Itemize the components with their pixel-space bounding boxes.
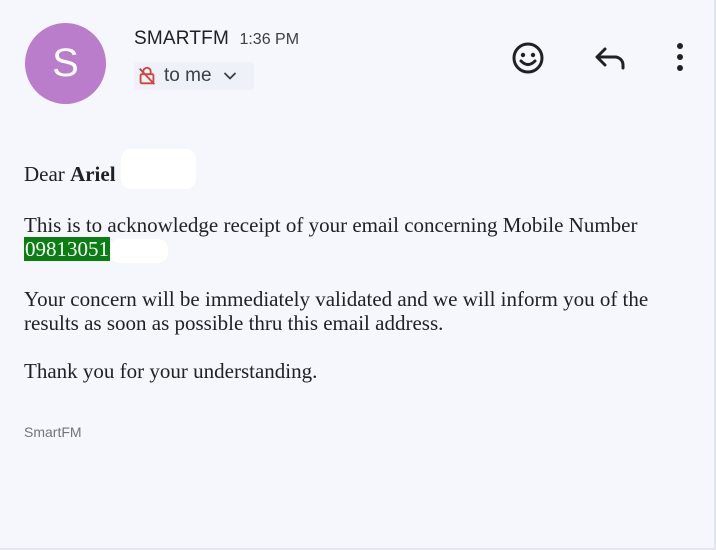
email-time: 1:36 PM	[239, 31, 300, 48]
lock-off-icon	[138, 66, 156, 85]
greeting-prefix: Dear	[24, 162, 71, 186]
smiley-face-icon	[512, 42, 544, 74]
recipient-name: Ariel	[70, 162, 116, 186]
more-options-button[interactable]	[660, 38, 700, 78]
sender-name[interactable]: SMARTFM	[134, 28, 229, 49]
recipient-details-toggle[interactable]: to me	[134, 62, 254, 90]
redaction-mark	[120, 149, 196, 190]
reply-button[interactable]	[590, 38, 630, 78]
vertical-dots-icon	[677, 43, 683, 71]
signature: SmartFM	[24, 424, 82, 440]
sender-line: SMARTFM 1:36 PM	[134, 28, 299, 50]
message-body: Dear Ariel This is to acknowledge receip…	[24, 149, 704, 384]
recipient-label: to me	[164, 65, 212, 86]
acknowledgement-text: This is to acknowledge receipt of your e…	[24, 213, 638, 238]
email-header: S SMARTFM 1:36 PM to me	[0, 0, 716, 120]
add-reaction-button[interactable]	[508, 38, 548, 78]
concern-paragraph: Your concern will be immediately validat…	[24, 287, 649, 336]
sender-avatar[interactable]: S	[25, 23, 106, 104]
greeting-paragraph: Dear Ariel	[24, 149, 704, 190]
thanks-paragraph: Thank you for your understanding.	[24, 359, 318, 384]
mobile-number[interactable]: 09813051	[24, 237, 110, 262]
acknowledgement-paragraph: This is to acknowledge receipt of your e…	[24, 213, 704, 264]
reply-arrow-icon	[595, 47, 625, 70]
chevron-down-icon[interactable]	[220, 66, 240, 86]
redaction-mark	[110, 239, 168, 264]
